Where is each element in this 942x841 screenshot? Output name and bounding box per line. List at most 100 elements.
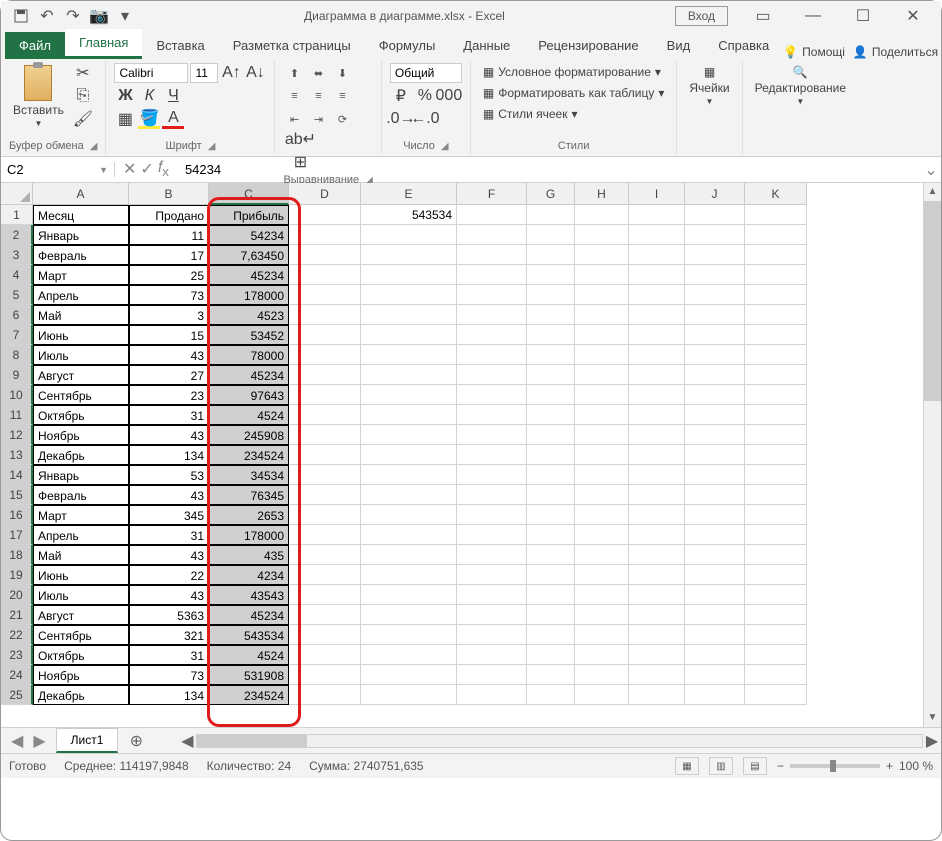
cell[interactable]: Март <box>33 505 129 525</box>
row-header[interactable]: 17 <box>1 525 33 545</box>
cell[interactable] <box>457 505 527 525</box>
cell[interactable]: Апрель <box>33 285 129 305</box>
bold-button[interactable]: Ж <box>114 86 136 106</box>
cell[interactable] <box>629 305 685 325</box>
cell[interactable] <box>457 265 527 285</box>
cell[interactable]: Апрель <box>33 525 129 545</box>
cell[interactable]: 2653 <box>209 505 289 525</box>
cell[interactable] <box>289 665 361 685</box>
cell[interactable] <box>629 245 685 265</box>
cell[interactable] <box>745 545 807 565</box>
row-header[interactable]: 6 <box>1 305 33 325</box>
format-painter-icon[interactable]: 🖌 <box>72 109 94 129</box>
select-all-button[interactable] <box>1 183 33 205</box>
cell[interactable] <box>575 605 629 625</box>
cell[interactable]: Продано <box>129 205 209 225</box>
cell[interactable] <box>575 625 629 645</box>
cell[interactable] <box>575 405 629 425</box>
cell[interactable] <box>361 325 457 345</box>
cell[interactable] <box>745 485 807 505</box>
cell[interactable]: 54234 <box>209 225 289 245</box>
cell[interactable]: Октябрь <box>33 645 129 665</box>
cell[interactable] <box>745 265 807 285</box>
editing-button[interactable]: 🔍 Редактирование ▼ <box>751 63 850 108</box>
cell[interactable]: Октябрь <box>33 405 129 425</box>
cell[interactable] <box>629 565 685 585</box>
cell[interactable]: Декабрь <box>33 685 129 705</box>
decrease-decimal-icon[interactable]: ←.0 <box>414 109 436 129</box>
cell[interactable] <box>629 605 685 625</box>
align-top-icon[interactable]: ⬆ <box>283 63 305 83</box>
cell[interactable]: 4523 <box>209 305 289 325</box>
cell[interactable]: 78000 <box>209 345 289 365</box>
cell[interactable]: 31 <box>129 645 209 665</box>
cell[interactable]: Июль <box>33 585 129 605</box>
cell[interactable] <box>527 285 575 305</box>
cell[interactable] <box>685 205 745 225</box>
conditional-format-button[interactable]: ▦ Условное форматирование ▾ <box>479 63 665 81</box>
cell[interactable] <box>289 525 361 545</box>
cell[interactable] <box>527 545 575 565</box>
cell[interactable] <box>361 445 457 465</box>
cell[interactable] <box>457 245 527 265</box>
cell[interactable] <box>745 245 807 265</box>
cell[interactable] <box>289 245 361 265</box>
cells-button[interactable]: ▦ Ячейки ▼ <box>685 63 733 108</box>
cell[interactable] <box>457 565 527 585</box>
cell[interactable] <box>457 225 527 245</box>
cell[interactable] <box>575 425 629 445</box>
close-icon[interactable]: ✕ <box>890 1 936 31</box>
cell[interactable] <box>361 605 457 625</box>
cell[interactable] <box>527 485 575 505</box>
cell[interactable]: Август <box>33 365 129 385</box>
cell[interactable]: Сентябрь <box>33 385 129 405</box>
cell[interactable] <box>685 505 745 525</box>
row-header[interactable]: 25 <box>1 685 33 705</box>
cell[interactable]: 76345 <box>209 485 289 505</box>
cell[interactable] <box>685 425 745 445</box>
font-color-icon[interactable]: A <box>162 109 184 129</box>
ribbon-display-icon[interactable]: ▭ <box>740 1 786 31</box>
cell[interactable] <box>575 465 629 485</box>
cell[interactable] <box>629 445 685 465</box>
cell[interactable] <box>457 425 527 445</box>
col-header-B[interactable]: B <box>129 183 209 205</box>
cell[interactable]: 234524 <box>209 685 289 705</box>
tab-insert[interactable]: Вставка <box>142 32 218 59</box>
cell[interactable] <box>289 585 361 605</box>
cell[interactable]: 31 <box>129 405 209 425</box>
cell[interactable] <box>685 685 745 705</box>
row-header[interactable]: 1 <box>1 205 33 225</box>
cell[interactable]: 43 <box>129 425 209 445</box>
cell[interactable] <box>629 685 685 705</box>
cell[interactable] <box>527 605 575 625</box>
cell[interactable]: 23 <box>129 385 209 405</box>
cell[interactable] <box>745 465 807 485</box>
qat-customize-icon[interactable]: ▾ <box>116 7 134 25</box>
zoom-level[interactable]: 100 % <box>899 759 933 773</box>
cell[interactable] <box>361 485 457 505</box>
cell[interactable] <box>575 665 629 685</box>
cell[interactable]: 4234 <box>209 565 289 585</box>
zoom-out-icon[interactable]: − <box>777 759 784 773</box>
fill-color-icon[interactable]: 🪣 <box>138 109 160 129</box>
vertical-scrollbar[interactable]: ▲ ▼ <box>923 183 941 727</box>
col-header-D[interactable]: D <box>289 183 361 205</box>
cell[interactable]: 43 <box>129 485 209 505</box>
cell[interactable] <box>289 225 361 245</box>
cell[interactable] <box>289 285 361 305</box>
cell[interactable] <box>745 205 807 225</box>
cell[interactable] <box>289 365 361 385</box>
cell[interactable] <box>745 445 807 465</box>
col-header-H[interactable]: H <box>575 183 629 205</box>
row-header[interactable]: 7 <box>1 325 33 345</box>
cell[interactable]: 321 <box>129 625 209 645</box>
cell[interactable]: 234524 <box>209 445 289 465</box>
cell[interactable] <box>685 645 745 665</box>
cell[interactable] <box>361 545 457 565</box>
cell[interactable] <box>361 365 457 385</box>
increase-indent-icon[interactable]: ⇥ <box>307 109 329 129</box>
align-middle-icon[interactable]: ⬌ <box>307 63 329 83</box>
row-header[interactable]: 14 <box>1 465 33 485</box>
cell[interactable] <box>289 625 361 645</box>
